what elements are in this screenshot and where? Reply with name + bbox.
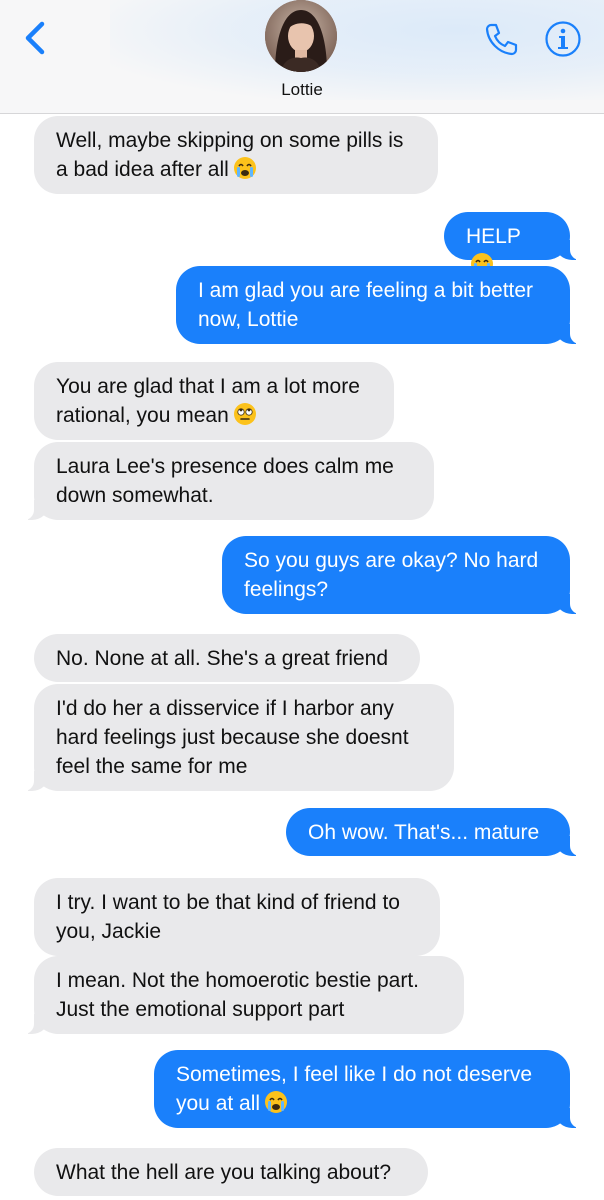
info-button[interactable] bbox=[544, 20, 582, 58]
eye-roll-face-icon bbox=[233, 403, 256, 425]
contact-name[interactable]: Lottie bbox=[0, 80, 604, 100]
phone-icon bbox=[485, 23, 518, 56]
message-text: What the hell are you talking about? bbox=[56, 1161, 392, 1184]
conversation-header: Lottie bbox=[0, 0, 604, 114]
message-bubble-received[interactable]: I'd do her a disservice if I harbor any … bbox=[18, 684, 454, 791]
call-button[interactable] bbox=[482, 20, 520, 58]
message-bubble-received[interactable]: You are glad that I am a lot more ration… bbox=[34, 362, 394, 440]
chevron-left-icon bbox=[25, 21, 45, 55]
back-button[interactable] bbox=[18, 18, 54, 58]
message-bubble-received[interactable]: I try. I want to be that kind of friend … bbox=[34, 878, 440, 956]
contact-avatar[interactable] bbox=[265, 0, 337, 72]
message-bubble-sent[interactable]: Sometimes, I feel like I do not deserve … bbox=[154, 1050, 586, 1128]
conversation-screen: Lottie Well, maybe skipping on some pill… bbox=[0, 0, 604, 1200]
message-text: Oh wow. That's... mature bbox=[308, 821, 540, 844]
message-bubble-sent[interactable]: I am glad you are feeling a bit better n… bbox=[176, 266, 586, 344]
message-text: So you guys are okay? No hard feelings? bbox=[244, 549, 539, 601]
message-bubble-received[interactable]: What the hell are you talking about? bbox=[34, 1148, 428, 1196]
message-text: I'd do her a disservice if I harbor any … bbox=[56, 697, 409, 778]
message-text: Sometimes, I feel like I do not deserve … bbox=[176, 1063, 533, 1115]
message-bubble-received[interactable]: I mean. Not the homoerotic bestie part. … bbox=[18, 956, 464, 1034]
message-text: Laura Lee's presence does calm me down s… bbox=[56, 455, 394, 507]
message-text: HELP bbox=[466, 225, 521, 248]
message-text: I mean. Not the homoerotic bestie part. … bbox=[56, 969, 420, 1021]
message-bubble-received[interactable]: Well, maybe skipping on some pills is a … bbox=[34, 116, 438, 194]
message-bubble-received[interactable]: Laura Lee's presence does calm me down s… bbox=[18, 442, 434, 520]
message-text: I try. I want to be that kind of friend … bbox=[56, 891, 400, 943]
info-icon bbox=[545, 21, 581, 57]
message-bubble-sent[interactable]: HELP bbox=[444, 212, 586, 275]
message-bubble-sent[interactable]: Oh wow. That's... mature bbox=[286, 808, 586, 856]
crying-face-icon bbox=[265, 1091, 288, 1113]
message-text: No. None at all. She's a great friend bbox=[56, 647, 389, 670]
message-bubble-received[interactable]: No. None at all. She's a great friend bbox=[34, 634, 420, 682]
crying-face-icon bbox=[233, 157, 256, 179]
message-text: I am glad you are feeling a bit better n… bbox=[198, 279, 534, 331]
message-text: You are glad that I am a lot more ration… bbox=[56, 375, 360, 427]
message-text: Well, maybe skipping on some pills is a … bbox=[56, 129, 404, 181]
message-bubble-sent[interactable]: So you guys are okay? No hard feelings? bbox=[222, 536, 586, 614]
avatar-photo bbox=[265, 0, 337, 72]
